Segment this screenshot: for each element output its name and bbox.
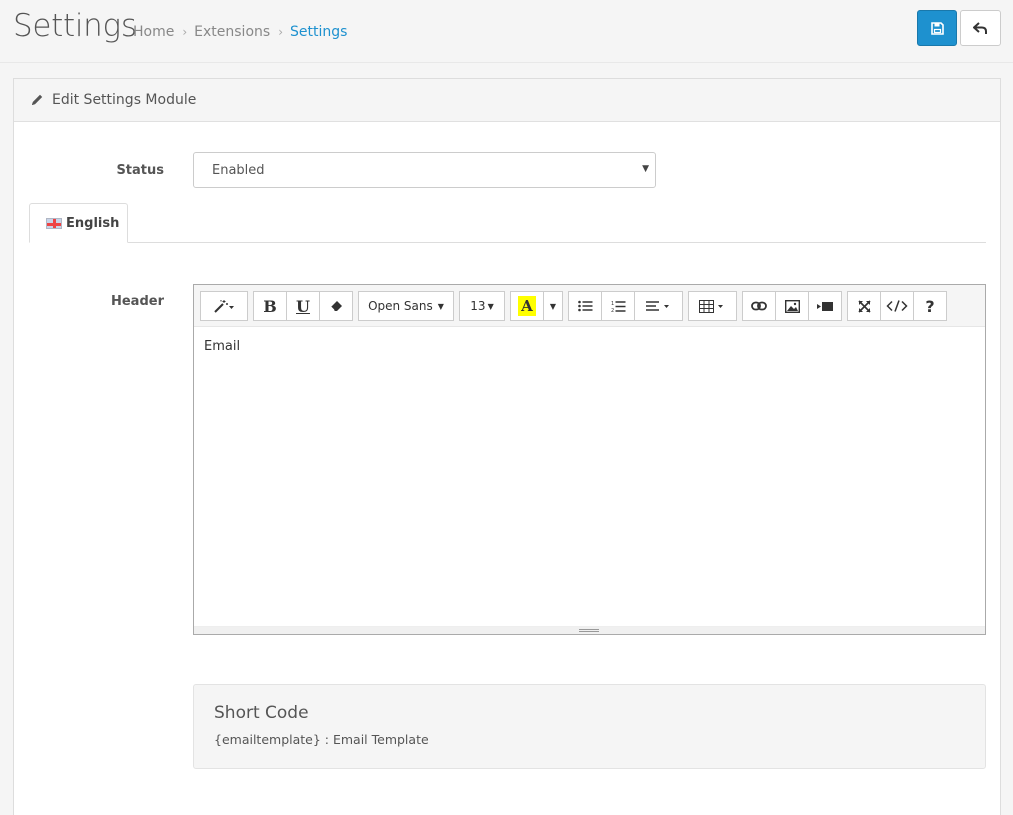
bold-icon: B (263, 296, 277, 316)
font-family-value: Open Sans (368, 299, 433, 313)
panel-title: Edit Settings Module (52, 92, 197, 108)
tab-english[interactable]: English (29, 203, 128, 243)
status-select-value: Enabled (212, 163, 265, 178)
unordered-list-icon (577, 300, 592, 312)
rich-text-editor: B U Open Sans ▼ 13 ▼ A ▼ 1 2 ? Email (193, 284, 986, 635)
table-icon (699, 299, 723, 313)
paragraph-align-button[interactable] (634, 291, 683, 321)
editor-toolbar: B U Open Sans ▼ 13 ▼ A ▼ 1 2 ? (194, 285, 985, 327)
align-icon (645, 301, 669, 311)
svg-text:1: 1 (611, 301, 614, 307)
floppy-icon (930, 21, 944, 35)
breadcrumb-home[interactable]: Home (133, 24, 174, 40)
status-label: Status (116, 163, 164, 178)
svg-text:2: 2 (611, 308, 614, 313)
color-dropdown-button[interactable]: ▼ (543, 291, 563, 321)
underline-icon: U (296, 296, 310, 316)
back-button[interactable] (960, 10, 1001, 46)
breadcrumb: Home › Extensions › Settings (133, 24, 347, 40)
ordered-list-icon: 1 2 (611, 301, 625, 313)
link-button[interactable] (742, 291, 776, 321)
picture-button[interactable] (775, 291, 809, 321)
link-icon (751, 301, 767, 311)
shortcode-title: Short Code (214, 703, 309, 723)
help-button[interactable]: ? (913, 291, 947, 321)
style-button[interactable] (200, 291, 248, 321)
breadcrumb-settings[interactable]: Settings (290, 24, 347, 40)
status-select[interactable]: Enabled ▼ (193, 152, 656, 188)
font-family-dropdown[interactable]: Open Sans ▼ (358, 291, 454, 321)
caret-down-icon: ▼ (487, 301, 494, 311)
caret-down-icon: ▼ (642, 164, 649, 174)
flag-uk-icon (46, 217, 62, 229)
bold-button[interactable]: B (253, 291, 287, 321)
shortcode-box: Short Code {emailtemplate} : Email Templ… (193, 684, 986, 769)
pencil-icon (32, 94, 43, 105)
panel-heading: Edit Settings Module (14, 79, 1000, 122)
settings-panel: Edit Settings Module Status Enabled ▼ En… (13, 78, 1001, 815)
chevron-right-icon: › (182, 25, 188, 39)
clear-format-button[interactable] (319, 291, 353, 321)
caret-down-icon: ▼ (437, 301, 444, 311)
magic-wand-icon (214, 300, 234, 313)
language-tabs: English (29, 203, 986, 243)
reply-icon (973, 21, 987, 34)
help-icon: ? (925, 296, 935, 316)
table-button[interactable] (688, 291, 737, 321)
shortcode-text: {emailtemplate} : Email Template (214, 732, 429, 747)
eraser-icon (330, 301, 342, 311)
code-view-button[interactable] (880, 291, 914, 321)
fullscreen-icon (857, 299, 871, 313)
picture-icon (784, 299, 800, 313)
fullscreen-button[interactable] (847, 291, 881, 321)
save-button[interactable] (917, 10, 957, 46)
editor-content[interactable]: Email (194, 327, 985, 627)
tab-english-label: English (66, 215, 120, 231)
font-size-value: 13 (470, 299, 486, 313)
header-label: Header (110, 294, 164, 309)
breadcrumb-extensions[interactable]: Extensions (194, 24, 270, 40)
code-view-icon (886, 300, 908, 312)
font-size-dropdown[interactable]: 13 ▼ (459, 291, 505, 321)
underline-button[interactable]: U (286, 291, 320, 321)
editor-resize-bar[interactable] (194, 626, 985, 634)
chevron-right-icon: › (278, 25, 283, 39)
page-header: Settings Home › Extensions › Settings (0, 0, 1013, 63)
resize-grip-icon (579, 629, 599, 632)
video-button[interactable] (808, 291, 842, 321)
unordered-list-button[interactable] (568, 291, 602, 321)
highlight-color-button[interactable]: A (510, 291, 544, 321)
page-title: Settings (13, 8, 137, 44)
video-icon (817, 301, 833, 311)
caret-down-icon: ▼ (549, 301, 557, 311)
highlight-color-icon: A (518, 296, 536, 316)
ordered-list-button[interactable]: 1 2 (601, 291, 635, 321)
